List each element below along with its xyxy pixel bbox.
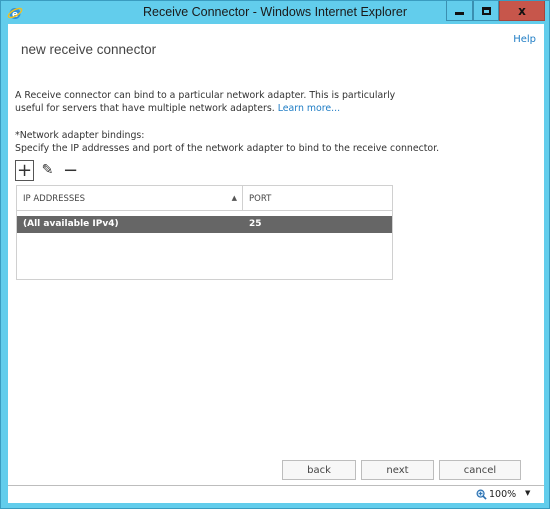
bindings-label: *Network adapter bindings: (15, 130, 145, 141)
bindings-sublabel: Specify the IP addresses and port of the… (15, 143, 440, 154)
status-bar: 100% ▼ (8, 485, 544, 503)
minimize-icon (455, 12, 464, 15)
zoom-magnifier-icon[interactable] (476, 489, 487, 500)
edit-binding-button[interactable]: ✎ (38, 160, 57, 181)
maximize-icon (481, 6, 491, 15)
description-text: A Receive connector can bind to a partic… (15, 89, 415, 115)
table-row[interactable]: (All available IPv4) 25 (17, 216, 392, 233)
help-link[interactable]: Help (513, 34, 536, 45)
column-label: IP ADDRESSES (23, 194, 86, 204)
close-button[interactable]: x (499, 1, 545, 21)
sort-ascending-icon: ▲ (231, 194, 237, 202)
page-title: new receive connector (21, 42, 157, 57)
remove-binding-button[interactable]: − (61, 160, 80, 181)
close-icon: x (518, 3, 526, 18)
zoom-level[interactable]: 100% (489, 489, 516, 500)
bindings-grid: IP ADDRESSES ▲ PORT (All available IPv4)… (16, 185, 393, 280)
column-header-ip-addresses[interactable]: IP ADDRESSES ▲ (17, 186, 243, 211)
cancel-button[interactable]: cancel (439, 460, 521, 480)
back-button[interactable]: back (282, 460, 356, 480)
maximize-button[interactable] (473, 1, 499, 21)
column-header-port[interactable]: PORT (244, 186, 392, 211)
learn-more-link[interactable]: Learn more... (278, 103, 340, 114)
minimize-button[interactable] (446, 1, 473, 21)
grid-header: IP ADDRESSES ▲ PORT (17, 186, 392, 211)
next-button[interactable]: next (361, 460, 434, 480)
add-binding-button[interactable]: + (15, 159, 34, 181)
zoom-dropdown-icon[interactable]: ▼ (525, 489, 530, 497)
plus-icon: + (16, 159, 33, 181)
pencil-icon: ✎ (41, 162, 54, 178)
cell-port: 25 (249, 219, 262, 229)
title-bar[interactable]: e Receive Connector - Windows Internet E… (1, 1, 549, 24)
dialog-content: Help new receive connector A Receive con… (8, 24, 544, 485)
ie-window: e Receive Connector - Windows Internet E… (0, 0, 550, 509)
cell-ip-address: (All available IPv4) (23, 219, 119, 229)
bindings-toolbar: + ✎ − (15, 159, 80, 181)
column-label: PORT (249, 194, 272, 204)
minus-icon: − (62, 159, 79, 181)
